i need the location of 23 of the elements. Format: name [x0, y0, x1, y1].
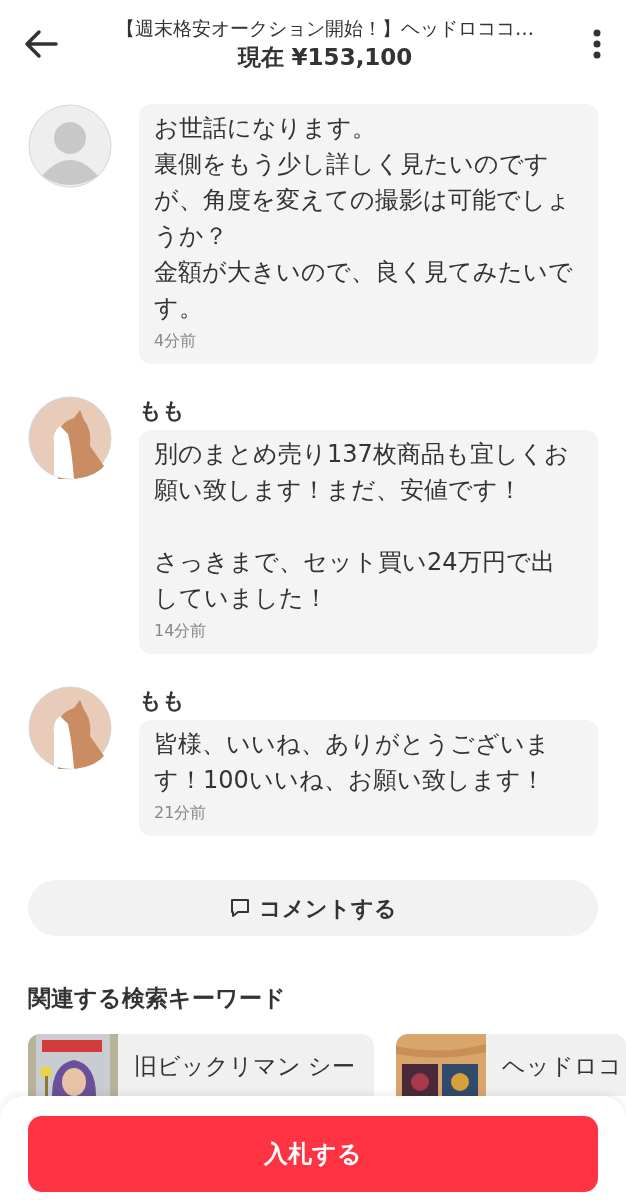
- speech-bubble-icon: [229, 897, 251, 919]
- comment-time: 4分前: [154, 330, 198, 352]
- comment-text: 金額が大きいので、良く見てみたいです。: [154, 257, 574, 324]
- commenter-name: もも: [139, 687, 186, 715]
- section-heading: 関連する検索キーワード: [28, 984, 287, 1013]
- comment-button[interactable]: コメントする: [28, 880, 598, 936]
- comment-text: 裏側をもう少し詳しく見たいのですが、角度を変えての撮影は可能でしょうか？: [154, 149, 572, 252]
- comment-time: 14分前: [154, 620, 208, 642]
- comment-text: 皆様、いいね、ありがとうございます！100いいね、お願い致します！: [154, 729, 551, 796]
- comment-text: さっきまで、セット買い24万円で出していました！: [154, 547, 556, 614]
- comment-text: 別のまとめ売り137枚商品も宜しくお願い致します！まだ、安値です！: [154, 439, 570, 506]
- keyword-title: 旧ビックリマン シー: [133, 1052, 356, 1081]
- comment-text: お世話になります。: [154, 113, 377, 144]
- keyword-title: ヘッドロコ: [501, 1052, 622, 1081]
- page-title: 【週末格安オークション開始！】ヘッドロココ…: [116, 16, 534, 41]
- comment-time: 21分前: [154, 802, 208, 824]
- current-price: 現在 ¥153,100: [237, 43, 413, 72]
- back-arrow-icon[interactable]: [24, 29, 58, 59]
- commenter-name: もも: [139, 397, 186, 425]
- keyword-card[interactable]: 旧ビックリマン シー: [28, 1034, 374, 1096]
- keyword-card[interactable]: ヘッドロコ: [396, 1034, 626, 1096]
- bid-button[interactable]: 入札する: [28, 1116, 598, 1192]
- more-menu-icon[interactable]: [592, 29, 602, 59]
